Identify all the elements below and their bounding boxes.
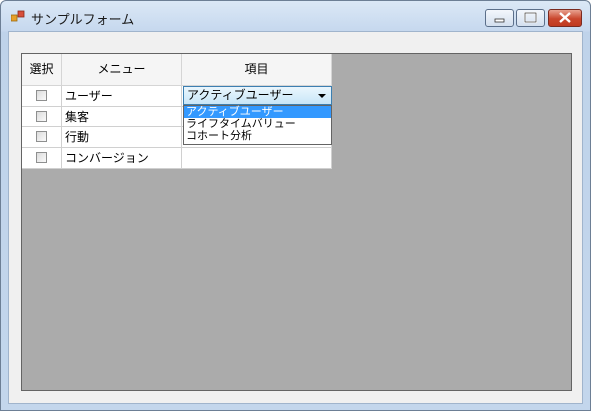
table-row-select-cell bbox=[22, 148, 62, 169]
menu-cell[interactable]: 集客 bbox=[62, 107, 182, 127]
column-header-item[interactable]: 項目 bbox=[182, 54, 332, 86]
combobox-dropdown-list[interactable]: アクティブユーザー ライフタイムバリュー コホート分析 bbox=[183, 105, 332, 145]
menu-cell[interactable]: ユーザー bbox=[62, 86, 182, 107]
table-row-select-cell bbox=[22, 127, 62, 148]
row-checkbox[interactable] bbox=[36, 111, 47, 122]
app-window: サンプルフォーム 選択 メニュー 項目 ユーザー 集客 行動 コンバージョン ア… bbox=[0, 0, 591, 411]
row-checkbox[interactable] bbox=[36, 152, 47, 163]
close-icon bbox=[559, 12, 571, 23]
row-checkbox[interactable] bbox=[36, 90, 47, 101]
menu-cell[interactable]: コンバージョン bbox=[62, 148, 182, 169]
dropdown-option[interactable]: コホート分析 bbox=[184, 130, 331, 142]
maximize-icon bbox=[523, 11, 538, 24]
column-header-menu[interactable]: メニュー bbox=[62, 54, 182, 86]
data-grid[interactable]: 選択 メニュー 項目 ユーザー 集客 行動 コンバージョン アクティブユーザー bbox=[21, 53, 572, 391]
item-combobox[interactable]: アクティブユーザー bbox=[183, 86, 332, 105]
minimize-icon bbox=[494, 18, 505, 23]
app-icon bbox=[11, 10, 25, 22]
combobox-value: アクティブユーザー bbox=[187, 88, 294, 102]
table-row-select-cell bbox=[22, 86, 62, 107]
close-button[interactable] bbox=[548, 9, 582, 27]
window-title: サンプルフォーム bbox=[31, 13, 135, 28]
minimize-button[interactable] bbox=[485, 9, 514, 27]
table-row-select-cell bbox=[22, 107, 62, 127]
item-cell[interactable] bbox=[182, 148, 332, 169]
chevron-down-icon[interactable] bbox=[318, 94, 326, 98]
form-client-area: 選択 メニュー 項目 ユーザー 集客 行動 コンバージョン アクティブユーザー bbox=[8, 31, 583, 404]
maximize-button[interactable] bbox=[516, 9, 545, 27]
menu-cell[interactable]: 行動 bbox=[62, 127, 182, 148]
row-checkbox[interactable] bbox=[36, 131, 47, 142]
title-bar[interactable]: サンプルフォーム bbox=[1, 1, 590, 31]
column-header-select[interactable]: 選択 bbox=[22, 54, 62, 86]
